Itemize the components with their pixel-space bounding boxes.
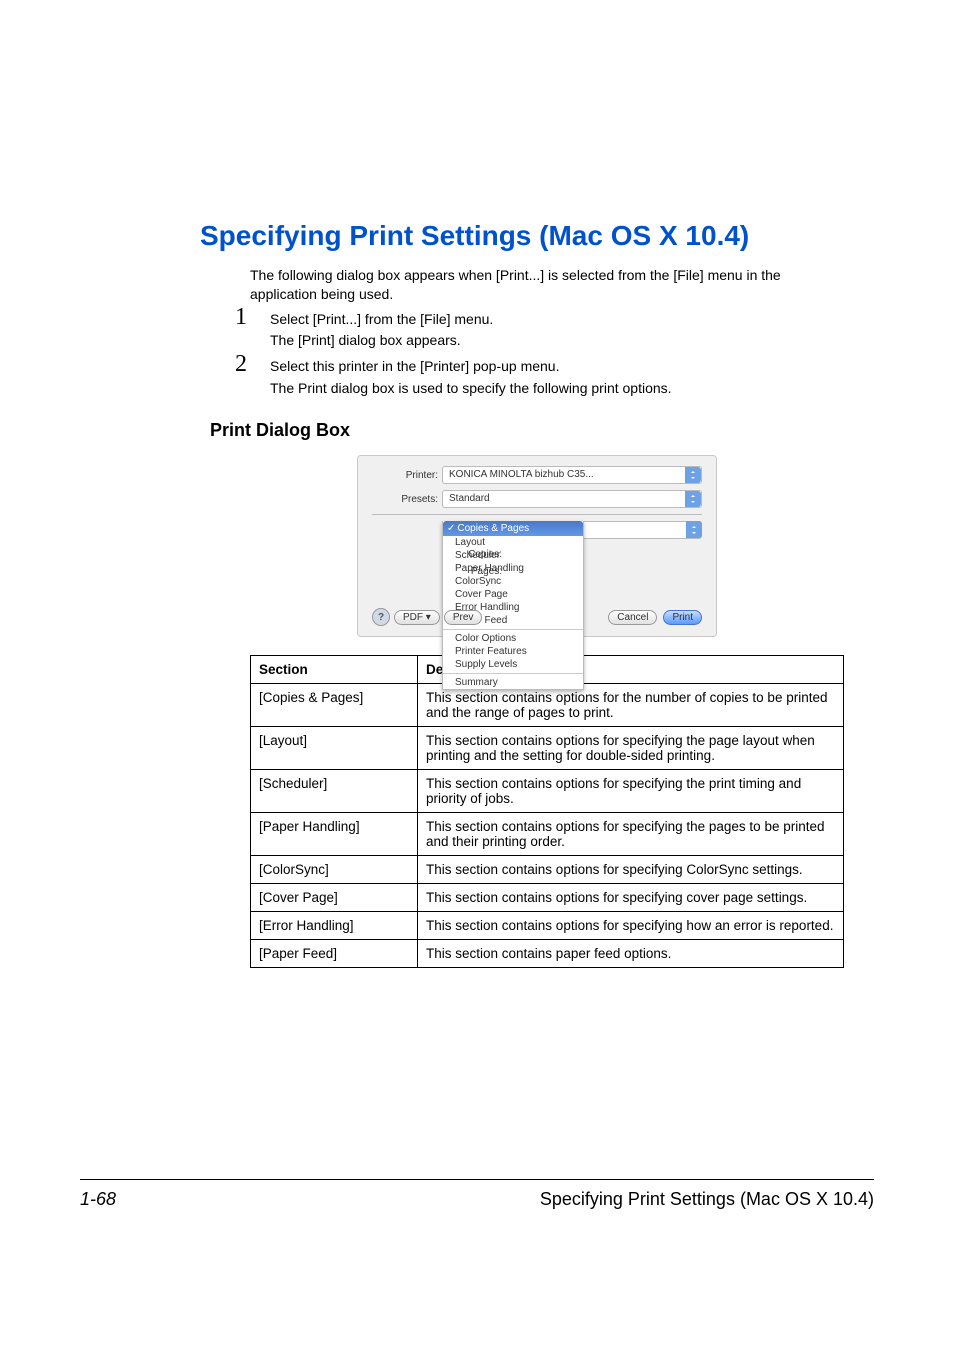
step-2-number: 2 bbox=[235, 351, 247, 378]
step-1-sub: The [Print] dialog box appears. bbox=[250, 331, 834, 351]
menu-item-summary[interactable]: Summary bbox=[443, 676, 583, 689]
dialog-right-buttons: Cancel Print bbox=[608, 610, 702, 625]
menu-item-supply-levels[interactable]: Supply Levels bbox=[443, 658, 583, 671]
dialog-bottom-bar: ? PDF ▾ Prev Cancel Print bbox=[372, 608, 702, 626]
table-row: [Paper Handling] This section contains o… bbox=[251, 813, 844, 856]
printer-row: Printer: KONICA MINOLTA bizhub C35... bbox=[372, 466, 702, 484]
footer-rule bbox=[80, 1179, 874, 1180]
step-1-number: 1 bbox=[235, 304, 247, 331]
dialog-left-buttons: ? PDF ▾ Prev bbox=[372, 608, 482, 626]
table-row: [Layout] This section contains options f… bbox=[251, 727, 844, 770]
table-row: [Error Handling] This section contains o… bbox=[251, 912, 844, 940]
step-1: 1 Select [Print...] from the [File] menu… bbox=[250, 310, 834, 351]
page: Specifying Print Settings (Mac OS X 10.4… bbox=[0, 0, 954, 1350]
cell-desc: This section contains options for specif… bbox=[418, 770, 844, 813]
cell-desc: This section contains options for specif… bbox=[418, 884, 844, 912]
table-row: [Scheduler] This section contains option… bbox=[251, 770, 844, 813]
dropdown-icon bbox=[685, 491, 701, 507]
cell-section: [Layout] bbox=[251, 727, 418, 770]
menu-item-color-options[interactable]: Color Options bbox=[443, 632, 583, 645]
presets-value: Standard bbox=[449, 493, 490, 504]
menu-separator bbox=[443, 629, 583, 630]
footer-title: Specifying Print Settings (Mac OS X 10.4… bbox=[540, 1189, 874, 1210]
menu-separator bbox=[443, 673, 583, 674]
printer-value: KONICA MINOLTA bizhub C35... bbox=[449, 469, 594, 480]
section-selected-item[interactable]: ✓Copies & Pages bbox=[443, 521, 583, 536]
page-number: 1-68 bbox=[80, 1189, 116, 1210]
pages-label: Pages: bbox=[442, 566, 502, 577]
cancel-button[interactable]: Cancel bbox=[608, 610, 657, 625]
copies-label: Copies: bbox=[442, 549, 502, 560]
printer-label: Printer: bbox=[372, 470, 442, 481]
print-button[interactable]: Print bbox=[663, 610, 702, 625]
print-dialog: Printer: KONICA MINOLTA bizhub C35... Pr… bbox=[357, 455, 717, 637]
table-row: [Cover Page] This section contains optio… bbox=[251, 884, 844, 912]
preview-button[interactable]: Prev bbox=[444, 610, 483, 625]
step-2-sub: The Print dialog box is used to specify … bbox=[250, 379, 834, 399]
intro-text: The following dialog box appears when [P… bbox=[250, 266, 834, 304]
cell-section: [Error Handling] bbox=[251, 912, 418, 940]
cell-section: [Paper Handling] bbox=[251, 813, 418, 856]
cell-desc: This section contains paper feed options… bbox=[418, 940, 844, 968]
footer: 1-68 Specifying Print Settings (Mac OS X… bbox=[80, 1189, 874, 1210]
check-icon: ✓ bbox=[447, 523, 455, 534]
cell-desc: This section contains options for specif… bbox=[418, 912, 844, 940]
dropdown-icon bbox=[685, 467, 701, 483]
cell-section: [Paper Feed] bbox=[251, 940, 418, 968]
th-section: Section bbox=[251, 656, 418, 684]
cell-section: [Copies & Pages] bbox=[251, 684, 418, 727]
cell-section: [Cover Page] bbox=[251, 884, 418, 912]
section-dropdown-menu: ✓Copies & Pages Layout Scheduler Paper H… bbox=[442, 521, 584, 690]
section-select-collapsed[interactable] bbox=[580, 521, 702, 539]
help-button[interactable]: ? bbox=[372, 608, 390, 626]
cell-desc: This section contains options for specif… bbox=[418, 813, 844, 856]
presets-label: Presets: bbox=[372, 494, 442, 505]
dropdown-icon bbox=[686, 521, 702, 538]
presets-row: Presets: Standard bbox=[372, 490, 702, 508]
section-description-table: Section Description [Copies & Pages] Thi… bbox=[250, 655, 844, 968]
section-dropdown-row: ✓Copies & Pages Layout Scheduler Paper H… bbox=[442, 521, 702, 690]
cell-desc: This section contains options for specif… bbox=[418, 856, 844, 884]
step-2-body: Select this printer in the [Printer] pop… bbox=[250, 357, 834, 377]
table-row: [ColorSync] This section contains option… bbox=[251, 856, 844, 884]
cell-section: [ColorSync] bbox=[251, 856, 418, 884]
step-2: 2 Select this printer in the [Printer] p… bbox=[250, 357, 834, 398]
dialog-separator bbox=[372, 514, 702, 515]
menu-item-printer-features[interactable]: Printer Features bbox=[443, 645, 583, 658]
menu-item-layout[interactable]: Layout bbox=[443, 536, 583, 549]
presets-select[interactable]: Standard bbox=[442, 490, 702, 508]
pdf-button[interactable]: PDF ▾ bbox=[394, 610, 440, 625]
dialog-fields-overlay: Copies: Pages: bbox=[442, 549, 502, 577]
heading-main: Specifying Print Settings (Mac OS X 10.4… bbox=[200, 220, 834, 252]
printer-select[interactable]: KONICA MINOLTA bizhub C35... bbox=[442, 466, 702, 484]
cell-desc: This section contains options for specif… bbox=[418, 727, 844, 770]
content-area: Specifying Print Settings (Mac OS X 10.4… bbox=[80, 0, 874, 968]
cell-section: [Scheduler] bbox=[251, 770, 418, 813]
heading-sub: Print Dialog Box bbox=[210, 420, 834, 441]
menu-item-cover-page[interactable]: Cover Page bbox=[443, 588, 583, 601]
step-1-body: Select [Print...] from the [File] menu. bbox=[250, 310, 834, 330]
section-selected-label: Copies & Pages bbox=[457, 523, 529, 534]
table-row: [Paper Feed] This section contains paper… bbox=[251, 940, 844, 968]
